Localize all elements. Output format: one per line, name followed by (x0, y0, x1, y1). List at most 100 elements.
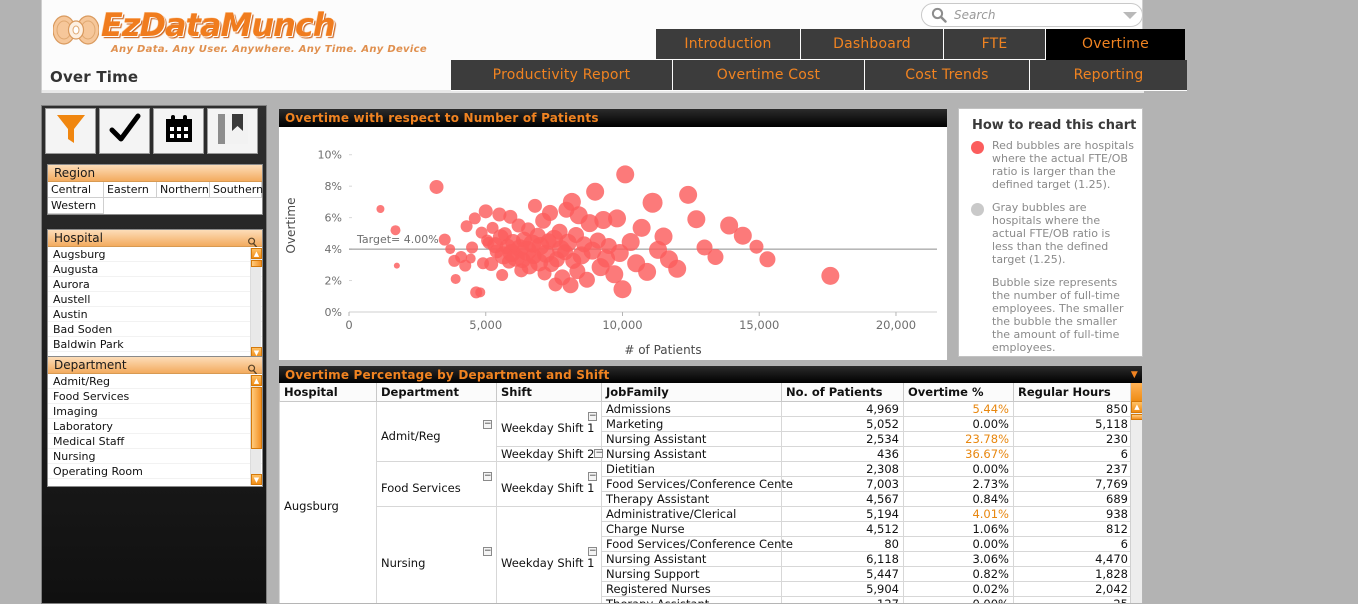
list-item[interactable]: Medical Staff (48, 434, 262, 449)
scroll-down-button[interactable]: ▼ (251, 474, 262, 485)
collapse-toggle[interactable]: − (483, 419, 492, 429)
region-item-western[interactable]: Western (48, 198, 104, 214)
hospital-panel-header: Hospital (48, 230, 262, 248)
department-scrollbar[interactable]: ▲ ▼ (250, 375, 262, 485)
column-header-shift[interactable]: Shift (496, 383, 602, 402)
department-search-icon[interactable] (247, 360, 258, 375)
search-input[interactable] (952, 5, 1118, 25)
department-list[interactable]: Admit/Reg Food Services Imaging Laborato… (48, 374, 262, 486)
list-item[interactable]: Aurora (48, 277, 262, 292)
tab-cost-trends[interactable]: Cost Trends (865, 60, 1030, 91)
region-item-eastern[interactable]: Eastern (104, 182, 157, 198)
scrollbar-thumb[interactable] (251, 260, 262, 267)
tab-dashboard[interactable]: Dashboard (801, 29, 944, 60)
cell-overtime-pct: 0.00% (903, 460, 1014, 477)
svg-text:20,000: 20,000 (876, 318, 916, 332)
collapse-toggle[interactable]: − (483, 547, 492, 556)
legend-red-text: Red bubbles are hospitals where the actu… (992, 139, 1134, 191)
scroll-up-button[interactable]: ▲ (251, 375, 262, 386)
collapse-toggle[interactable]: − (588, 472, 597, 481)
table-row[interactable]: − Nursing − Weekday Shift 1 Administrative/C… (280, 505, 1133, 603)
cell-regular-hours: 4,470 (1013, 550, 1133, 567)
chevron-down-icon[interactable]: ▼ (1131, 370, 1138, 380)
tab-overtime-cost[interactable]: Overtime Cost (673, 60, 865, 91)
chart-panel: Overtime with respect to Number of Patie… (278, 108, 948, 360)
cell-jobfamily: Charge Nurse (601, 520, 782, 537)
list-item[interactable]: Augusta (48, 262, 262, 277)
cell-shift: − Weekday Shift 1 (496, 460, 602, 507)
chart-title: Overtime with respect to Number of Patie… (279, 109, 947, 127)
region-item-southern[interactable]: Southern (210, 182, 263, 198)
cell-hospital: Augsburg (279, 400, 377, 603)
hospital-scrollbar[interactable]: ▲ ▼ (250, 248, 262, 358)
svg-text:15,000: 15,000 (739, 318, 779, 332)
list-item[interactable]: Nursing (48, 449, 262, 464)
tab-productivity-report[interactable]: Productivity Report (451, 60, 673, 91)
red-bubble-icon (971, 141, 984, 154)
app-root: EzDataMunch Any Data. Any User. Anywhere… (0, 0, 1358, 604)
cell-regular-hours: 237 (1013, 460, 1133, 477)
collapse-toggle[interactable]: − (594, 449, 604, 458)
tab-reporting[interactable]: Reporting (1030, 60, 1187, 91)
search-box[interactable] (921, 3, 1143, 27)
checkmark-button[interactable] (99, 108, 150, 154)
collapse-toggle[interactable]: − (588, 412, 597, 421)
svg-text:5,000: 5,000 (469, 318, 502, 332)
table-row[interactable]: − Food Services − Weekday Shift 1 Dietitian 2… (280, 460, 1133, 507)
tab-overtime[interactable]: Overtime (1046, 29, 1185, 60)
gray-bubble-icon (971, 203, 984, 216)
list-item[interactable]: Imaging (48, 404, 262, 419)
cell-regular-hours: 689 (1013, 490, 1133, 507)
department-title: Department (54, 358, 127, 372)
list-item[interactable]: Operating Room (48, 464, 262, 479)
cell-shift: − Weekday Shift 1 (496, 505, 602, 603)
column-header-patients[interactable]: No. of Patients (781, 383, 904, 402)
cell-jobfamily: Marketing (601, 415, 782, 432)
list-item[interactable]: Austell (48, 292, 262, 307)
list-item[interactable]: Augsburg (48, 247, 262, 262)
list-item[interactable]: Admit/Reg (48, 374, 262, 389)
list-item[interactable]: Bad Soden (48, 322, 262, 337)
checkmark-icon (108, 112, 142, 150)
logo[interactable]: EzDataMunch Any Data. Any User. Anywhere… (51, 6, 427, 62)
cell-overtime-pct: 0.00% (903, 595, 1014, 603)
region-item-central[interactable]: Central (48, 182, 104, 198)
bubble-scatter-chart[interactable]: 0% 2% 4% 6% 8% 10% 0 5,000 10,000 15,000 20,000 Tar… (279, 127, 947, 360)
table-row[interactable]: Augsburg − Admit/Reg − Weekday Shift 1 Admiss… (279, 400, 1133, 603)
scrollbar-thumb[interactable] (251, 387, 262, 449)
cell-overtime-pct: 4.01% (903, 505, 1014, 522)
cell-regular-hours: 5,118 (1013, 415, 1133, 432)
column-header-regular-hours[interactable]: Regular Hours (1013, 383, 1133, 402)
chevron-down-icon: ▼ (253, 475, 260, 484)
chevron-down-icon[interactable] (1118, 5, 1142, 25)
scrollbar-thumb[interactable] (1131, 414, 1142, 420)
svg-text:8%: 8% (325, 180, 342, 193)
list-item[interactable]: Baldwin Park (48, 337, 262, 352)
cell-patients: 5,194 (781, 505, 904, 522)
cell-regular-hours: 6 (1013, 445, 1133, 462)
column-header-department[interactable]: Department (376, 383, 497, 402)
tab-fte[interactable]: FTE (944, 29, 1046, 60)
bookmark-button[interactable] (207, 108, 258, 154)
scroll-up-button[interactable]: ▲ (1131, 401, 1142, 413)
chart-body[interactable]: 0% 2% 4% 6% 8% 10% 0 5,000 10,000 15,000 20,000 Tar… (279, 127, 947, 360)
scroll-up-button[interactable]: ▲ (251, 248, 262, 259)
cell-regular-hours: 812 (1013, 520, 1133, 537)
column-header-jobfamily[interactable]: JobFamily (601, 383, 782, 402)
hospital-search-icon[interactable] (247, 233, 258, 248)
list-item[interactable]: Austin (48, 307, 262, 322)
calendar-button[interactable] (153, 108, 204, 154)
cell-patients: 127 (781, 595, 904, 603)
column-header-hospital[interactable]: Hospital (279, 383, 377, 402)
hospital-list[interactable]: Augsburg Augusta Aurora Austell Austin B… (48, 247, 262, 359)
column-header-overtime[interactable]: Overtime % (903, 383, 1014, 402)
collapse-toggle[interactable]: − (588, 547, 597, 556)
tab-introduction[interactable]: Introduction (656, 29, 801, 60)
collapse-toggle[interactable]: − (483, 472, 492, 481)
filter-funnel-button[interactable] (45, 108, 96, 154)
scrollbar-header-cap (1131, 383, 1142, 401)
list-item[interactable]: Laboratory (48, 419, 262, 434)
table-scrollbar[interactable]: ▲ (1130, 383, 1142, 603)
list-item[interactable]: Food Services (48, 389, 262, 404)
region-item-northern[interactable]: Northern (157, 182, 210, 198)
